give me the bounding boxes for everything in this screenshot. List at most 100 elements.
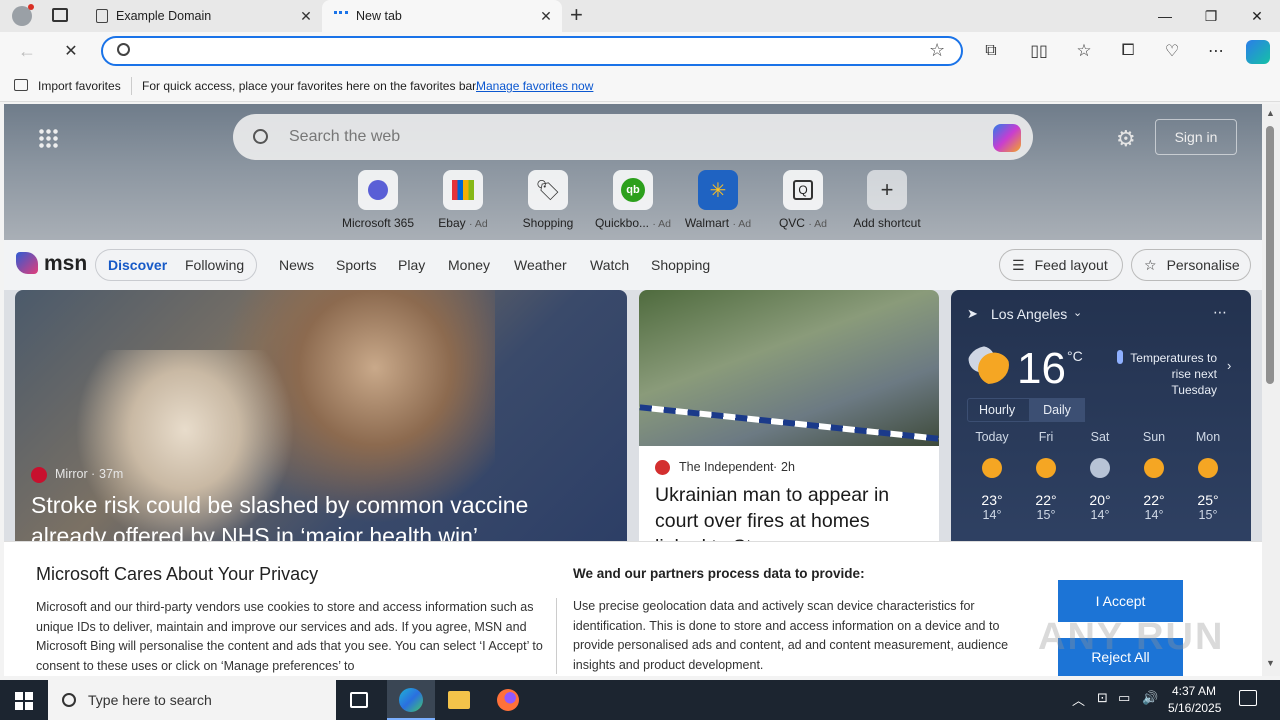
shortcut-qvc[interactable]: Q QVC · Ad bbox=[763, 170, 843, 230]
shortcut-label: Walmart bbox=[684, 216, 730, 230]
favorites-message: For quick access, place your favorites h… bbox=[142, 79, 479, 93]
close-window-icon[interactable]: ✕ bbox=[1234, 0, 1280, 32]
edge-icon bbox=[399, 688, 423, 712]
browser-essentials-icon[interactable]: ♡ bbox=[1161, 40, 1183, 62]
import-favorites-button[interactable]: Import favorites bbox=[38, 79, 121, 93]
search-input[interactable]: Search the web bbox=[289, 128, 400, 146]
low-temp: 14° bbox=[1144, 508, 1164, 522]
minimize-icon[interactable]: — bbox=[1142, 0, 1188, 32]
nav-news[interactable]: News bbox=[279, 257, 314, 273]
back-icon[interactable]: ← bbox=[16, 40, 38, 62]
tab-discover[interactable]: Discover bbox=[108, 257, 167, 273]
close-tab-icon[interactable]: ✕ bbox=[538, 8, 554, 24]
vertical-scrollbar[interactable]: ▲ ▼ bbox=[1262, 104, 1280, 676]
clock-date[interactable]: 5/16/2025 bbox=[1168, 701, 1221, 715]
tab-new-tab[interactable]: New tab ✕ bbox=[322, 0, 562, 32]
day-name: Today bbox=[975, 430, 1009, 444]
web-search-box[interactable]: Search the web bbox=[233, 114, 1033, 160]
file-explorer-icon[interactable] bbox=[448, 691, 470, 709]
tab-following[interactable]: Following bbox=[185, 257, 244, 273]
sign-in-button[interactable]: Sign in bbox=[1155, 119, 1237, 155]
settings-gear-icon[interactable]: ⚙ bbox=[1116, 126, 1136, 152]
tab-hourly[interactable]: Hourly bbox=[979, 403, 1015, 417]
nav-money[interactable]: Money bbox=[448, 257, 490, 273]
forecast-day[interactable]: Sun 22° 14° bbox=[1129, 430, 1179, 522]
split-screen-icon[interactable]: ▯▯ bbox=[1028, 40, 1050, 62]
forecast-day[interactable]: Mon 25° 15° bbox=[1183, 430, 1233, 522]
taskbar-search-box[interactable]: Type here to search bbox=[48, 680, 336, 720]
show-hidden-icons[interactable]: ︿ bbox=[1072, 690, 1085, 709]
task-view-icon[interactable] bbox=[350, 692, 368, 708]
nav-play[interactable]: Play bbox=[398, 257, 425, 273]
privacy-purposes-body: Use precise geolocation data and activel… bbox=[573, 599, 1009, 672]
day-name: Sat bbox=[1090, 430, 1110, 444]
copilot-icon[interactable] bbox=[1246, 40, 1270, 64]
forecast-day[interactable]: Sat 20° 14° bbox=[1075, 430, 1125, 522]
favorite-star-icon[interactable]: ☆ bbox=[929, 40, 945, 61]
scroll-up-icon[interactable]: ▲ bbox=[1266, 108, 1275, 118]
scroll-down-icon[interactable]: ▼ bbox=[1266, 658, 1275, 668]
taskbar-search-input[interactable]: Type here to search bbox=[88, 692, 212, 708]
clock-time[interactable]: 4:37 AM bbox=[1172, 684, 1216, 698]
add-shortcut-button[interactable]: + Add shortcut bbox=[847, 170, 927, 230]
new-tab-icon[interactable]: + bbox=[570, 4, 590, 26]
temperature-unit: °C bbox=[1067, 348, 1083, 364]
chevron-right-icon[interactable]: › bbox=[1227, 358, 1231, 373]
nav-shopping[interactable]: Shopping bbox=[651, 257, 710, 273]
feed-layout-button[interactable]: ☰ Feed layout bbox=[999, 249, 1123, 281]
weather-widget[interactable]: ➤ Los Angeles ⌄ ⋯ 16 °C Temperatures to … bbox=[951, 290, 1251, 550]
forecast-day[interactable]: Fri 22° 15° bbox=[1021, 430, 1071, 522]
more-icon[interactable]: ⋯ bbox=[1205, 40, 1227, 62]
collections-icon[interactable]: ⧠ bbox=[1117, 40, 1139, 62]
shortcut-shopping[interactable]: 🏷 Shopping bbox=[508, 170, 588, 230]
privacy-purposes-title: We and our partners process data to prov… bbox=[573, 566, 865, 581]
close-tab-icon[interactable]: ✕ bbox=[298, 8, 314, 24]
windows-start-icon[interactable] bbox=[15, 692, 33, 710]
tab-actions-icon[interactable] bbox=[52, 8, 68, 22]
source-logo-icon bbox=[31, 467, 47, 483]
network-icon[interactable]: ▭ bbox=[1118, 690, 1130, 706]
tab-daily[interactable]: Daily bbox=[1029, 398, 1085, 422]
nav-weather[interactable]: Weather bbox=[514, 257, 567, 273]
time-ago: 2h bbox=[781, 460, 795, 474]
news-card-main[interactable]: Mirror · 37m Stroke risk could be slashe… bbox=[15, 290, 627, 550]
address-input[interactable] bbox=[143, 44, 903, 60]
edge-taskbar-icon[interactable] bbox=[387, 680, 435, 720]
source-separator: · bbox=[91, 467, 96, 481]
scrollbar-thumb[interactable] bbox=[1266, 126, 1274, 384]
shortcut-quickbooks[interactable]: qb Quickbo... · Ad bbox=[593, 170, 673, 230]
shortcut-ebay[interactable]: Ebay · Ad bbox=[423, 170, 503, 230]
apps-grid-icon[interactable] bbox=[38, 128, 58, 148]
nav-sports[interactable]: Sports bbox=[336, 257, 376, 273]
favorites-icon[interactable]: ☆ bbox=[1073, 40, 1095, 62]
firefox-icon[interactable] bbox=[497, 689, 519, 711]
shortcut-microsoft-365[interactable]: Microsoft 365 bbox=[338, 170, 418, 230]
headline[interactable]: Ukrainian man to appear in court over fi… bbox=[655, 482, 925, 550]
shortcut-walmart[interactable]: ✳ Walmart · Ad bbox=[678, 170, 758, 230]
personalise-button[interactable]: ☆ Personalise bbox=[1131, 249, 1251, 281]
weather-location[interactable]: Los Angeles bbox=[991, 306, 1067, 322]
personalise-label: Personalise bbox=[1166, 257, 1240, 273]
address-bar[interactable]: ☆ bbox=[101, 36, 963, 66]
extensions-icon[interactable]: ⧉ bbox=[980, 40, 1002, 62]
search-icon bbox=[62, 693, 76, 707]
stop-icon[interactable]: ✕ bbox=[60, 40, 82, 62]
restore-icon[interactable]: ❐ bbox=[1188, 0, 1234, 32]
notifications-icon[interactable] bbox=[1239, 690, 1257, 706]
copilot-icon[interactable] bbox=[993, 124, 1021, 152]
msn-logo-icon bbox=[16, 252, 38, 274]
device-icon[interactable]: ⊡ bbox=[1097, 690, 1108, 706]
high-temp: 20° bbox=[1089, 492, 1111, 508]
nav-watch[interactable]: Watch bbox=[590, 257, 629, 273]
search-icon bbox=[253, 129, 268, 144]
privacy-body: Microsoft and our third-party vendors us… bbox=[36, 600, 543, 673]
news-card-secondary[interactable]: The Independent · 2h Ukrainian man to ap… bbox=[639, 290, 939, 550]
msn-navigation: msn Discover Following News Sports Play … bbox=[4, 240, 1262, 290]
high-temp: 22° bbox=[1143, 492, 1165, 508]
manage-favorites-link[interactable]: Manage favorites now bbox=[476, 79, 593, 93]
tab-example-domain[interactable]: Example Domain ✕ bbox=[84, 0, 322, 32]
forecast-day[interactable]: Today 23° 14° bbox=[967, 430, 1017, 522]
chevron-down-icon[interactable]: ⌄ bbox=[1073, 306, 1082, 319]
more-options-icon[interactable]: ⋯ bbox=[1213, 304, 1227, 321]
volume-icon[interactable]: 🔊 bbox=[1142, 690, 1158, 706]
